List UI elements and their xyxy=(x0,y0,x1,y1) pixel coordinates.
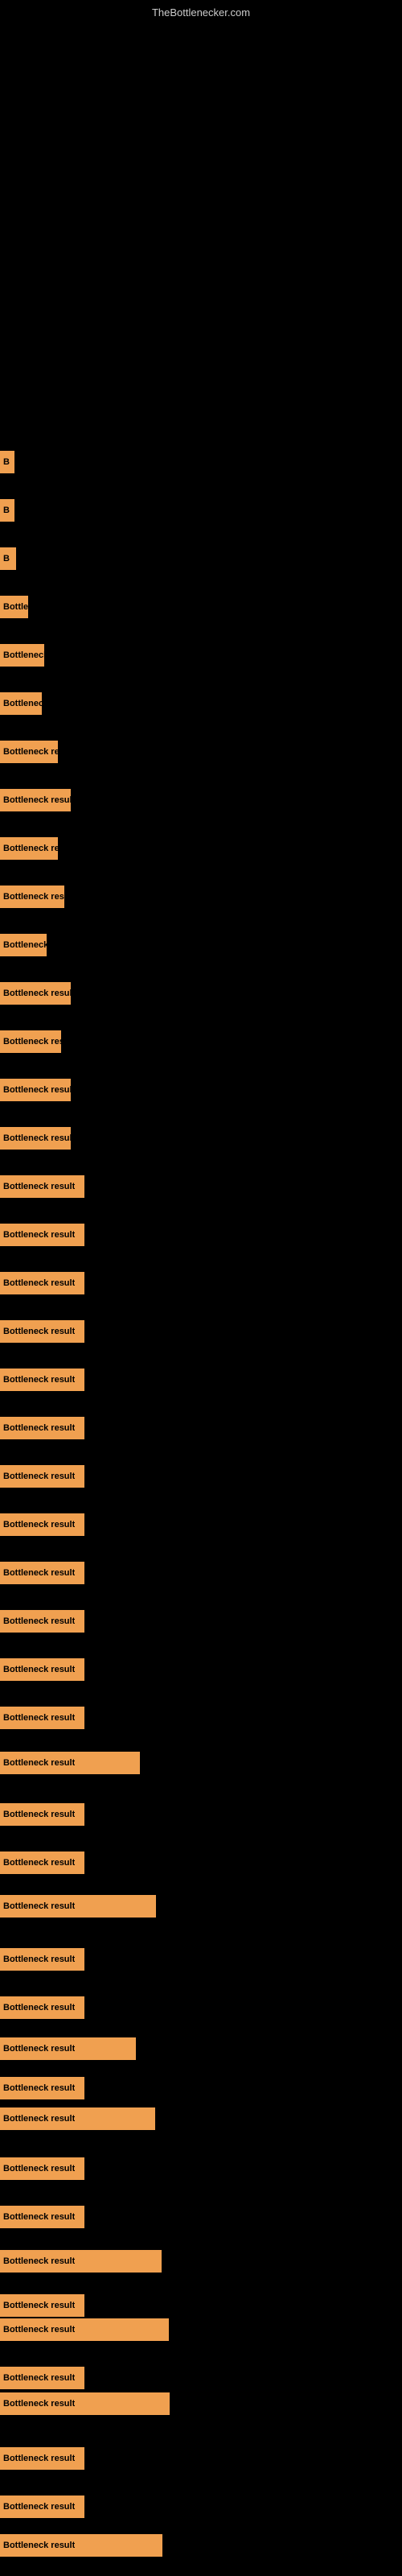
bottleneck-label: Bottleneck rese xyxy=(3,892,64,902)
bottleneck-bar: Bottleneck result xyxy=(0,1079,71,1101)
bottleneck-label: Bottleneck result xyxy=(3,2083,75,2093)
bottleneck-label: Bottleneck result xyxy=(3,989,71,998)
bottleneck-bar: Bottleneck result xyxy=(0,1658,84,1681)
bottleneck-label: Bottleneck result xyxy=(3,2044,75,2054)
bottleneck-bar: Bottleneck result xyxy=(0,1417,84,1439)
bottleneck-label: B xyxy=(3,457,10,467)
bottleneck-label: Bottleneck result xyxy=(3,1858,75,1868)
bottleneck-label: Bottlen xyxy=(3,602,28,612)
bottleneck-label: Bottleneck result xyxy=(3,2325,75,2334)
bottleneck-bar: Bottleneck result xyxy=(0,789,71,811)
bottleneck-label: Bottleneck result xyxy=(3,1665,75,1674)
bottleneck-bar: Bottlen xyxy=(0,596,28,618)
bottleneck-label: Bottleneck result xyxy=(3,1278,75,1288)
bottleneck-bar: Bottleneck result xyxy=(0,1272,84,1294)
bottleneck-bar: Bottleneck result xyxy=(0,1707,84,1729)
bottleneck-label: Bottleneck result xyxy=(3,1810,75,1819)
bottleneck-label: Bottleneck result xyxy=(3,1327,75,1336)
bottleneck-label: Bottleneck result xyxy=(3,1423,75,1433)
bottleneck-bar: Bottleneck result xyxy=(0,1803,84,1826)
bottleneck-bar: B xyxy=(0,547,16,570)
bottleneck-bar: Bottleneck result xyxy=(0,1852,84,1874)
bottleneck-label: B xyxy=(3,554,10,564)
bottleneck-bar: Bottleneck r xyxy=(0,644,44,667)
bottleneck-label: Bottleneck result xyxy=(3,2373,75,2383)
bottleneck-label: Bottleneck result xyxy=(3,2502,75,2512)
bottleneck-bar: Bottleneck re xyxy=(0,837,58,860)
bottleneck-label: Bottleneck result xyxy=(3,1955,75,1964)
bottleneck-label: Bottleneck result xyxy=(3,1713,75,1723)
bottleneck-bar: Bottleneck result xyxy=(0,2496,84,2518)
bottleneck-label: Bottleneck result xyxy=(3,1375,75,1385)
bottleneck-label: Bottleneck result xyxy=(3,1472,75,1481)
bottleneck-bar: Bottleneck rese xyxy=(0,886,64,908)
bottleneck-bar: Bottleneck result xyxy=(0,1562,84,1584)
bottleneck-label: Bottleneck result xyxy=(3,2301,75,2310)
bottleneck-bar: Bottleneck result xyxy=(0,2157,84,2180)
bottleneck-label: Bottlenec xyxy=(3,699,42,708)
bottleneck-bar: Bottleneck result xyxy=(0,2250,162,2273)
bottleneck-bar: Bottlenec xyxy=(0,692,42,715)
bottleneck-bar: Bottleneck result xyxy=(0,2206,84,2228)
bottleneck-label: Bottleneck result xyxy=(3,1520,75,1530)
bottleneck-bar: Bottleneck result xyxy=(0,2447,84,2470)
bottleneck-bar: Bottleneck result xyxy=(0,2107,155,2130)
bottleneck-bar: Bottleneck result xyxy=(0,982,71,1005)
bottleneck-label: B xyxy=(3,506,10,515)
bottleneck-bar: Bottleneck result xyxy=(0,2037,136,2060)
bottleneck-label: Bottleneck result xyxy=(3,2003,75,2013)
bottleneck-label: Bottleneck re xyxy=(3,844,58,853)
bottleneck-bar: Bottleneck result xyxy=(0,2318,169,2341)
bottleneck-label: Bottleneck result xyxy=(3,1182,75,1191)
bottleneck-bar: Bottleneck res xyxy=(0,741,58,763)
bottleneck-label: Bottleneck result xyxy=(3,1568,75,1578)
bottleneck-bar: Bottleneck result xyxy=(0,1127,71,1150)
bottleneck-label: Bottleneck result xyxy=(3,1901,75,1911)
bottleneck-label: Bottleneck res xyxy=(3,1037,61,1046)
bottleneck-label: Bottleneck result xyxy=(3,2454,75,2463)
bottleneck-bar: Bottleneck result xyxy=(0,1895,156,1918)
bottleneck-bar: Bottleneck result xyxy=(0,1948,84,1971)
bottleneck-bar: Bottleneck result xyxy=(0,1224,84,1246)
bottleneck-bar: Bottleneck result xyxy=(0,2392,170,2415)
bottleneck-bar: Bottleneck result xyxy=(0,2294,84,2317)
bottleneck-bar: Bottleneck result xyxy=(0,1996,84,2019)
bottleneck-bar: Bottleneck result xyxy=(0,2077,84,2099)
bottleneck-label: Bottleneck res xyxy=(3,747,58,757)
bottleneck-bar: Bottleneck result xyxy=(0,1320,84,1343)
bottleneck-label: Bottleneck xyxy=(3,940,47,950)
bottleneck-bar: Bottleneck result xyxy=(0,1368,84,1391)
bottleneck-bar: Bottleneck result xyxy=(0,1513,84,1536)
bottleneck-label: Bottleneck result xyxy=(3,1758,75,1768)
bottleneck-label: Bottleneck result xyxy=(3,2541,75,2550)
bottleneck-bar: Bottleneck result xyxy=(0,1610,84,1633)
bottleneck-label: Bottleneck result xyxy=(3,1616,75,1626)
site-title: TheBottlenecker.com xyxy=(152,6,250,19)
bottleneck-label: Bottleneck result xyxy=(3,2256,75,2266)
bottleneck-label: Bottleneck result xyxy=(3,795,71,805)
bottleneck-label: Bottleneck result xyxy=(3,2212,75,2222)
bottleneck-label: Bottleneck result xyxy=(3,1133,71,1143)
bottleneck-bar: B xyxy=(0,451,14,473)
bottleneck-label: Bottleneck result xyxy=(3,2399,75,2409)
bottleneck-label: Bottleneck result xyxy=(3,1230,75,1240)
bottleneck-bar: Bottleneck xyxy=(0,934,47,956)
bottleneck-bar: Bottleneck result xyxy=(0,2534,162,2557)
bottleneck-bar: Bottleneck result xyxy=(0,2367,84,2389)
bottleneck-label: Bottleneck result xyxy=(3,2114,75,2124)
bottleneck-label: Bottleneck result xyxy=(3,2164,75,2174)
bottleneck-bar: Bottleneck result xyxy=(0,1465,84,1488)
bottleneck-bar: Bottleneck res xyxy=(0,1030,61,1053)
bottleneck-label: Bottleneck r xyxy=(3,650,44,660)
bottleneck-label: Bottleneck result xyxy=(3,1085,71,1095)
bottleneck-bar: B xyxy=(0,499,14,522)
bottleneck-bar: Bottleneck result xyxy=(0,1175,84,1198)
bottleneck-bar: Bottleneck result xyxy=(0,1752,140,1774)
